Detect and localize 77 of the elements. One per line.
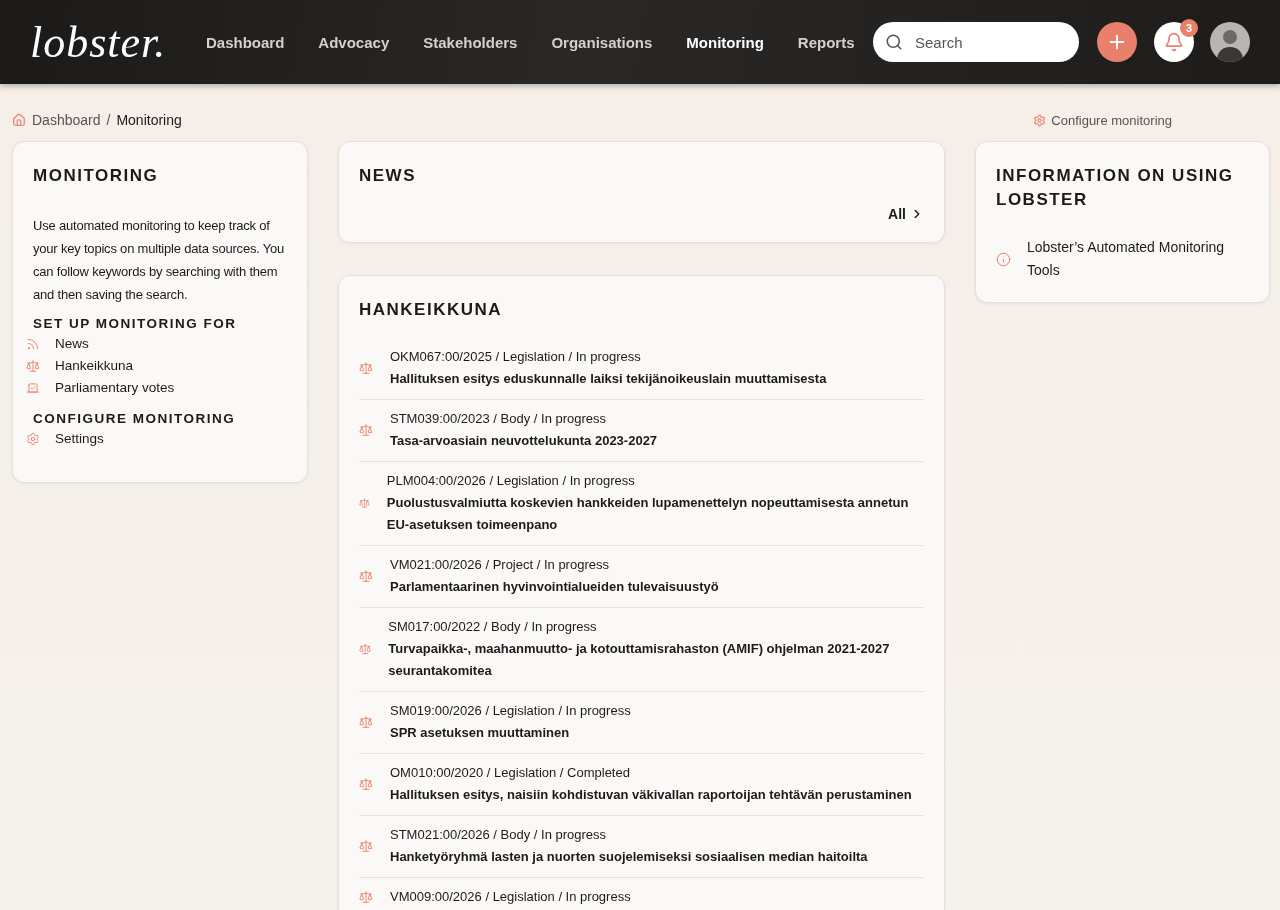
- settings-icon: [1033, 113, 1047, 127]
- nav-link[interactable]: Stakeholders: [423, 33, 518, 51]
- search-bar[interactable]: Search: [873, 22, 1079, 62]
- project-meta: VM009:00/2026 / Legislation / In progress: [390, 888, 631, 906]
- source-link[interactable]: Parliamentary votes: [26, 377, 287, 399]
- ballot-box-icon: [26, 381, 40, 395]
- nav-link[interactable]: Dashboard: [206, 33, 285, 51]
- scale-icon: [359, 423, 373, 437]
- project-title: Turvapaikka-, maahanmuutto- ja kotouttamisrahaston (AMIF) ohjelman 2021-2027 seurantakomitea: [388, 640, 891, 680]
- settings-icon: [26, 432, 40, 446]
- link-label: News: [55, 335, 89, 353]
- project-title: Hallituksen esitys eduskunnalle laiksi tekijänoikeuslain muuttamisesta: [390, 370, 827, 388]
- scale-icon: [359, 361, 373, 375]
- project-meta: OM010:00/2020 / Legislation / Completed: [390, 764, 631, 782]
- scale-icon: [359, 496, 370, 510]
- source-link[interactable]: News: [26, 333, 287, 355]
- all-link[interactable]: All: [888, 206, 924, 222]
- project-meta: VM021:00/2026 / Project / In progress: [390, 556, 610, 574]
- breadcrumb-separator: /: [106, 112, 111, 128]
- scale-icon: [359, 777, 373, 791]
- project-meta: SM017:00/2022 / Body / In progress: [388, 618, 598, 636]
- project-item[interactable]: OKM067:00/2025 / Legislation / In progress Hallituksen esitys eduskunnalle laiksi tekijänoikeuslain muuttamisesta: [359, 338, 924, 400]
- nav-link[interactable]: Monitoring: [686, 33, 764, 51]
- link-label: Lobster’s Automated Monitoring Tools: [1027, 238, 1226, 280]
- project-item[interactable]: STM039:00/2023 / Body / In progress Tasa-arvoasiain neuvottelukunta 2023-2027: [359, 400, 924, 462]
- project-item[interactable]: SM019:00/2026 / Legislation / In progress SPR asetuksen muuttaminen: [359, 692, 924, 754]
- search-input[interactable]: Search: [913, 32, 1067, 52]
- scale-icon: [26, 359, 40, 373]
- scale-icon: [359, 890, 373, 904]
- section-heading: SET UP MONITORING FOR: [33, 316, 238, 331]
- project-item[interactable]: PLM004:00/2026 / Legislation / In progress Puolustusvalmiutta koskevien hankkeiden lupamenettelyn nopeuttamisesta annetun EU-asetuksen toimeenpano: [359, 462, 924, 546]
- project-meta: PLM004:00/2026 / Legislation / In progress: [386, 472, 636, 490]
- info-icon: [996, 251, 1011, 267]
- card-title: INFORMATION ON USING LOBSTER: [996, 165, 1235, 211]
- project-title: Puolustusvalmiutta koskevien hankkeiden lupamenettelyn nopeuttamisesta annetun EU-asetuksen toimeenpano: [386, 494, 910, 534]
- link-label: Hankeikkuna: [55, 357, 134, 375]
- project-meta: STM039:00/2023 / Body / In progress: [390, 410, 608, 428]
- project-item[interactable]: OM010:00/2020 / Legislation / Completed Hallituksen esitys, naisiin kohdistuvan väkivallan raportoijan tehtävän perustaminen: [359, 754, 924, 816]
- project-title: Tasa-arvoasiain neuvottelukunta 2023-2027: [390, 432, 658, 450]
- add-button[interactable]: [1097, 22, 1137, 62]
- nav-link[interactable]: Reports: [797, 33, 855, 51]
- nav-link[interactable]: Advocacy: [318, 33, 390, 51]
- project-title: SPR asetuksen muuttaminen: [390, 724, 571, 742]
- project-item[interactable]: VM009:00/2026 / Legislation / In progress: [359, 878, 924, 910]
- info-link[interactable]: Lobster’s Automated Monitoring Tools: [996, 236, 1249, 282]
- breadcrumb-link[interactable]: Dashboard: [32, 112, 101, 128]
- project-meta: STM021:00/2026 / Body / In progress: [390, 826, 608, 844]
- scale-icon: [359, 642, 372, 656]
- project-item[interactable]: STM021:00/2026 / Body / In progress Hanketyöryhmä lasten ja nuorten suojelemiseksi sosiaalisen median haitoilta: [359, 816, 924, 878]
- card-title: MONITORING: [33, 165, 160, 187]
- scale-icon: [359, 569, 373, 583]
- rss-icon: [26, 337, 40, 351]
- card-description: Use automated monitoring to keep track of your key topics on multiple data sources. You can follow keywords by searching with them and then saving the search.: [33, 217, 286, 304]
- avatar[interactable]: [1210, 22, 1250, 62]
- link-label: Parliamentary votes: [55, 379, 175, 397]
- search-icon: [885, 33, 903, 51]
- source-link[interactable]: Hankeikkuna: [26, 355, 287, 377]
- scale-icon: [359, 715, 373, 729]
- project-meta: OKM067:00/2025 / Legislation / In progress: [390, 348, 642, 366]
- scale-icon: [359, 839, 373, 853]
- notification-count: 3: [1180, 19, 1198, 37]
- project-item[interactable]: VM021:00/2026 / Project / In progress Parlamentaarinen hyvinvointialueiden tulevaisuustyö: [359, 546, 924, 608]
- project-title: Hanketyöryhmä lasten ja nuorten suojelemiseksi sosiaalisen median haitoilta: [390, 848, 868, 866]
- bell-icon: [1164, 32, 1184, 52]
- settings-link[interactable]: Settings: [26, 428, 287, 450]
- breadcrumb-current: Monitoring: [116, 112, 182, 128]
- project-item[interactable]: SM017:00/2022 / Body / In progress Turvapaikka-, maahanmuutto- ja kotouttamisrahaston (AMIF) ohjelman 2021-2027 seurantakomitea: [359, 608, 924, 692]
- logo[interactable]: lobster.: [30, 16, 178, 68]
- project-title: Parlamentaarinen hyvinvointialueiden tulevaisuustyö: [390, 578, 719, 596]
- link-label: Settings: [55, 430, 104, 448]
- card-title: HANKEIKKUNA: [359, 299, 504, 321]
- project-title: Hallituksen esitys, naisiin kohdistuvan väkivallan raportoijan tehtävän perustaminen: [390, 786, 912, 804]
- nav-link[interactable]: Organisations: [551, 33, 653, 51]
- card-title: NEWS: [359, 165, 417, 187]
- section-heading: CONFIGURE MONITORING: [33, 411, 237, 426]
- project-meta: SM019:00/2026 / Legislation / In progress: [390, 702, 631, 720]
- home-icon: [12, 113, 26, 127]
